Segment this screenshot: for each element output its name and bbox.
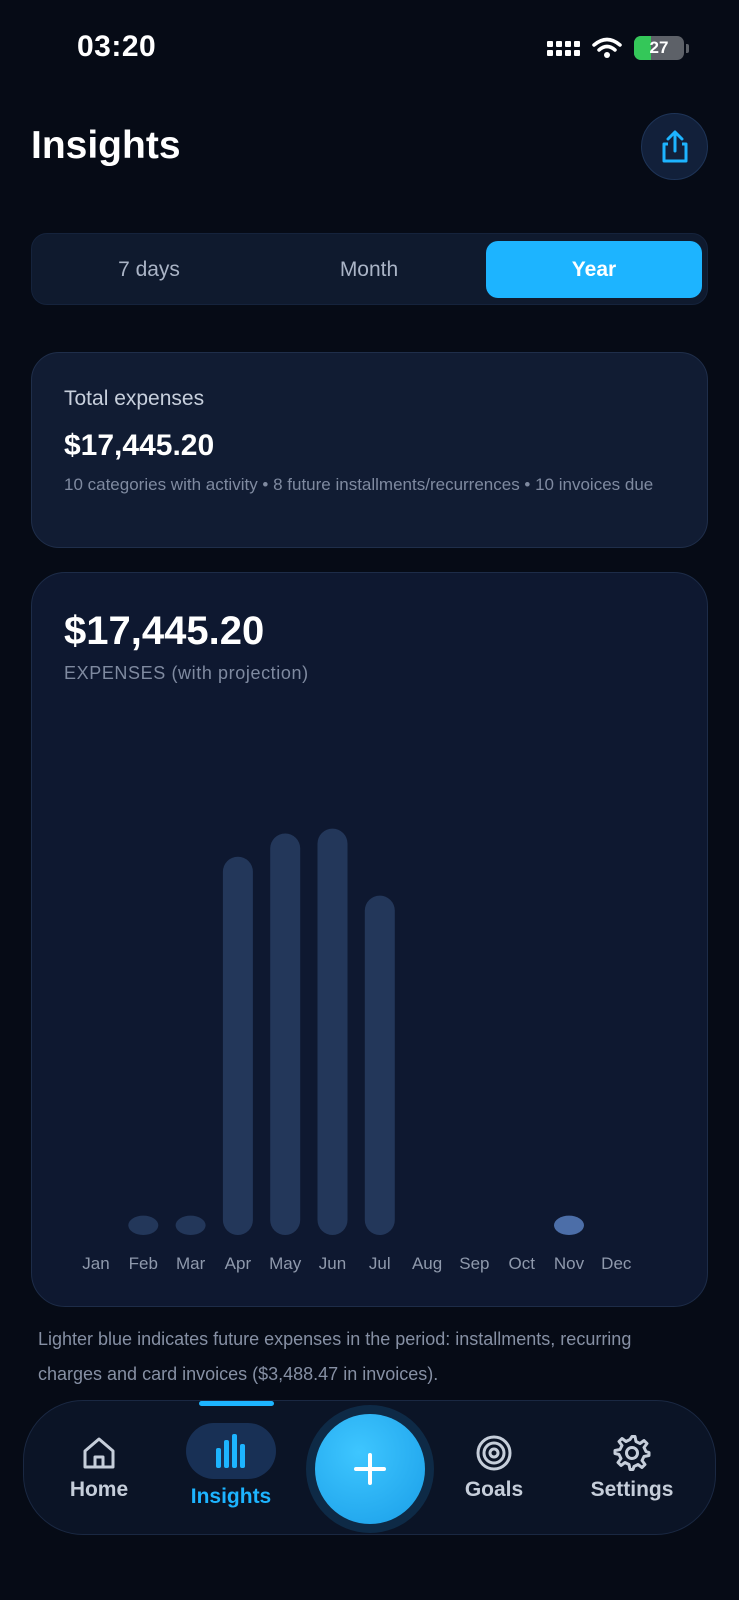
segment-7-days[interactable]: 7 days: [39, 241, 259, 298]
signal-icon: [547, 40, 580, 56]
wifi-icon: [592, 37, 622, 58]
total-expenses-card: Total expenses $17,445.20 10 categories …: [31, 352, 708, 548]
nav-home-label: Home: [69, 1478, 129, 1501]
segment-year[interactable]: Year: [486, 241, 702, 298]
nav-home[interactable]: Home: [54, 1401, 144, 1536]
total-expenses-label: Total expenses: [64, 387, 205, 410]
battery-icon: 27: [634, 36, 684, 60]
x-tick-sep: Sep: [459, 1254, 489, 1273]
bar-jun[interactable]: [317, 828, 348, 1235]
home-icon: [83, 1437, 115, 1469]
x-tick-jul: Jul: [369, 1254, 391, 1273]
x-tick-feb: Feb: [129, 1254, 158, 1273]
nav-insights-label: Insights: [190, 1485, 272, 1508]
nav-insights[interactable]: Insights: [186, 1401, 276, 1536]
bottom-nav: Home Insights Goals Settings: [23, 1400, 716, 1535]
status-time: 03:20: [77, 30, 157, 63]
page-title: Insights: [31, 124, 181, 167]
total-expenses-meta: 10 categories with activity • 8 future i…: [64, 475, 654, 494]
bar-chart-icon: [216, 1434, 245, 1468]
plus-icon: [354, 1453, 386, 1485]
status-bar: 03:20 27: [0, 0, 739, 100]
share-button[interactable]: [641, 113, 708, 180]
add-button[interactable]: [315, 1414, 425, 1524]
period-segmented-control: 7 days Month Year: [31, 233, 708, 305]
bar-nov[interactable]: [554, 1215, 584, 1235]
x-tick-may: May: [269, 1254, 302, 1273]
nav-settings-label: Settings: [590, 1478, 674, 1501]
bar-may[interactable]: [270, 833, 301, 1235]
bar-mar[interactable]: [175, 1215, 206, 1235]
nav-goals-label: Goals: [464, 1478, 524, 1501]
share-icon: [662, 130, 687, 162]
add-button-ring: [306, 1405, 434, 1533]
x-tick-jan: Jan: [82, 1254, 109, 1273]
x-tick-mar: Mar: [176, 1254, 206, 1273]
chart-footnote: Lighter blue indicates future expenses i…: [38, 1329, 632, 1384]
x-tick-dec: Dec: [601, 1254, 632, 1273]
bar-feb[interactable]: [128, 1215, 159, 1235]
nav-goals[interactable]: Goals: [449, 1401, 539, 1536]
target-icon: [476, 1435, 512, 1471]
battery-level: 27: [649, 38, 669, 57]
status-icons: 27: [547, 36, 689, 60]
nav-settings[interactable]: Settings: [577, 1401, 687, 1536]
bar-apr[interactable]: [222, 856, 253, 1235]
total-expenses-value: $17,445.20: [64, 429, 215, 462]
x-tick-nov: Nov: [554, 1254, 585, 1273]
gear-icon: [613, 1435, 651, 1471]
segment-month[interactable]: Month: [259, 241, 479, 298]
x-tick-aug: Aug: [412, 1254, 442, 1273]
expenses-chart-card: $17,445.20 EXPENSES (with projection) Ja…: [31, 572, 708, 1307]
x-tick-apr: Apr: [225, 1254, 252, 1273]
expenses-bar-chart: Jan Feb Mar Apr May Jun Jul Aug Sep Oct Nov Dec: [82, 828, 632, 1273]
x-tick-jun: Jun: [319, 1254, 346, 1273]
bar-jul[interactable]: [364, 895, 395, 1235]
x-tick-oct: Oct: [508, 1254, 535, 1273]
